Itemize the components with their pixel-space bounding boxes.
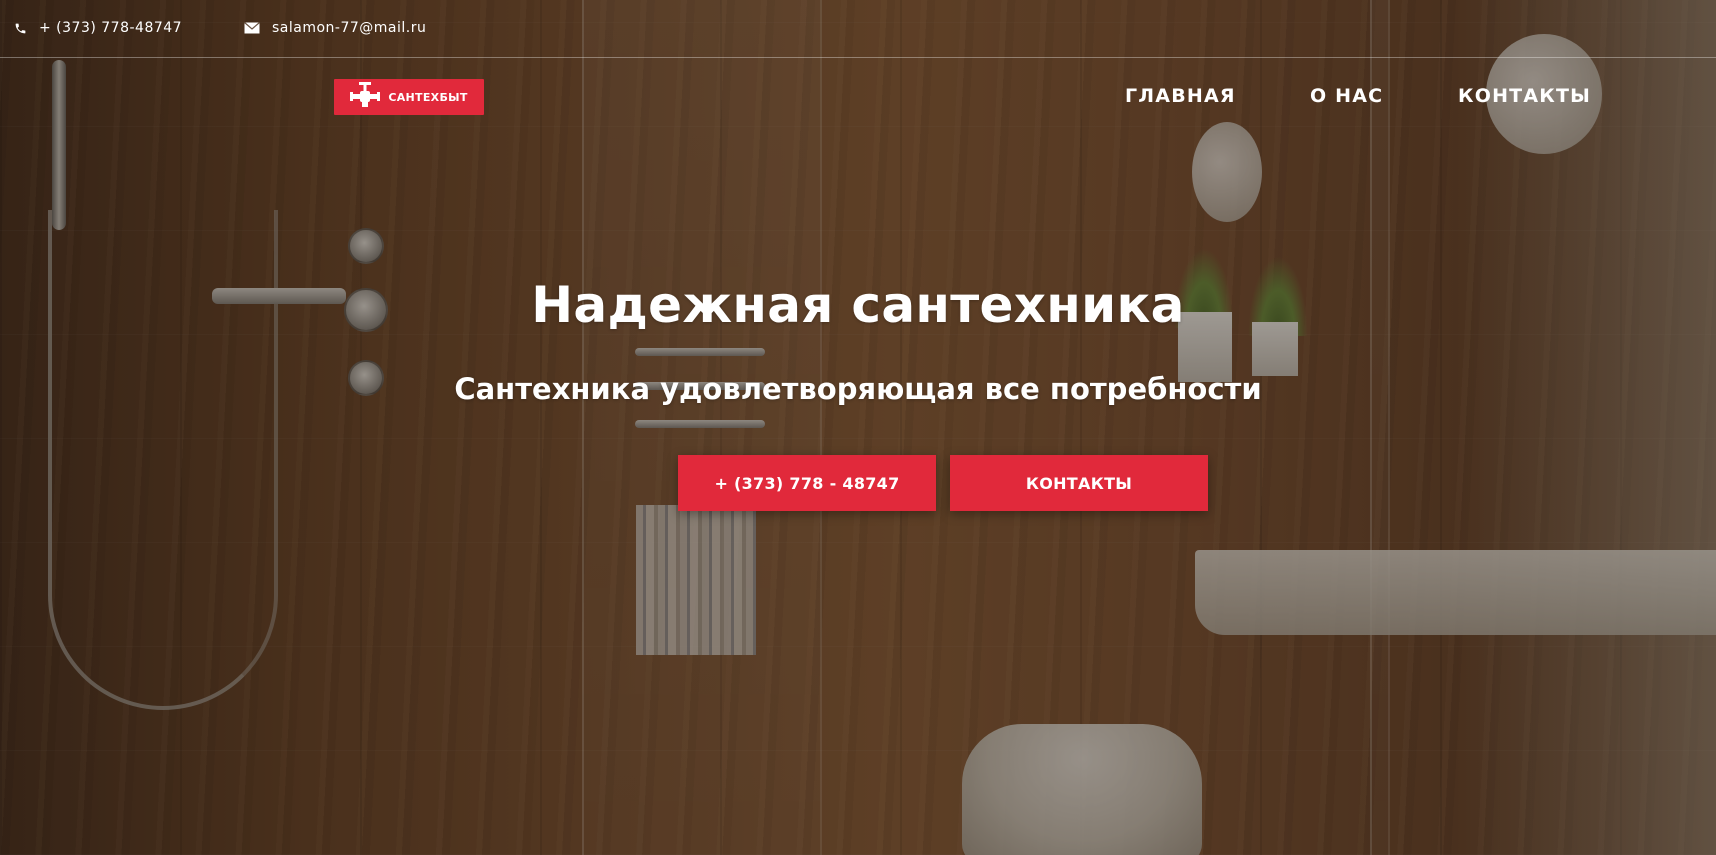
nav-item-about[interactable]: О НАС: [1310, 85, 1383, 107]
main-nav: ГЛАВНАЯ О НАС КОНТАКТЫ: [0, 85, 1716, 111]
dark-overlay: [0, 0, 1716, 855]
topbar-email[interactable]: salamon-77@mail.ru: [244, 20, 426, 36]
call-phone-button[interactable]: + (373) 778 - 48747: [678, 455, 936, 511]
hero-subtitle: Сантехника удовлетворяющая все потребнос…: [454, 372, 1262, 406]
phone-icon: [14, 22, 27, 35]
envelope-icon: [244, 22, 260, 34]
topbar-phone-text: + (373) 778-48747: [39, 20, 183, 36]
hero-background-image: [0, 0, 1716, 855]
topbar-email-text: salamon-77@mail.ru: [272, 20, 427, 36]
contacts-button[interactable]: КОНТАКТЫ: [950, 455, 1208, 511]
nav-item-contacts[interactable]: КОНТАКТЫ: [1458, 85, 1591, 107]
nav-item-home[interactable]: ГЛАВНАЯ: [1125, 85, 1236, 107]
hero-title: Надежная сантехника: [531, 276, 1185, 334]
top-contact-bar: + (373) 778-48747 salamon-77@mail.ru: [0, 0, 1716, 58]
topbar-phone[interactable]: + (373) 778-48747: [14, 20, 182, 36]
